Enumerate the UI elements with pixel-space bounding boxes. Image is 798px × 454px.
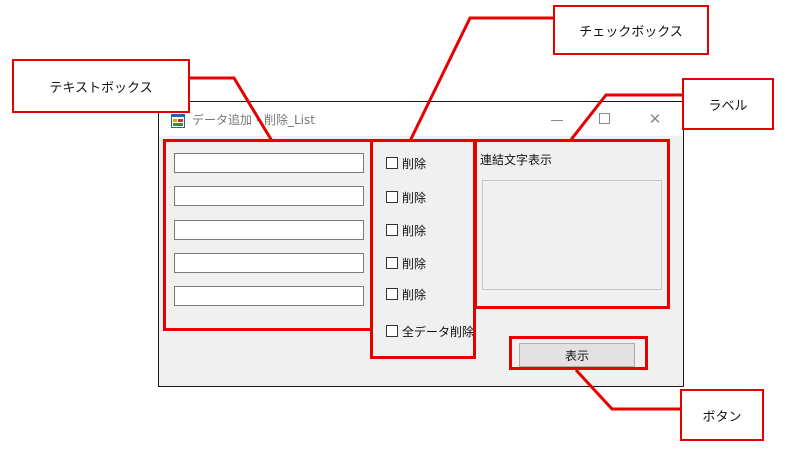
textbox-highlight xyxy=(163,139,373,331)
maximize-button[interactable] xyxy=(594,108,616,130)
button-callout: ボタン xyxy=(680,389,764,441)
checkbox-highlight xyxy=(370,139,476,359)
checkbox-callout: チェックボックス xyxy=(553,5,709,55)
form-app-icon xyxy=(171,114,185,128)
maximize-icon xyxy=(599,113,610,124)
window-title: データ追加・削除_List xyxy=(192,113,315,127)
minimize-button[interactable] xyxy=(546,108,568,130)
title-bar[interactable]: データ追加・削除_List ✕ xyxy=(159,102,683,136)
button-highlight xyxy=(509,336,648,370)
textbox-callout: テキストボックス xyxy=(12,59,190,113)
label-callout: ラベル xyxy=(682,78,774,130)
close-button[interactable]: ✕ xyxy=(644,108,666,130)
label-highlight xyxy=(474,139,670,309)
close-icon: ✕ xyxy=(648,110,662,128)
minimize-icon xyxy=(551,120,563,121)
